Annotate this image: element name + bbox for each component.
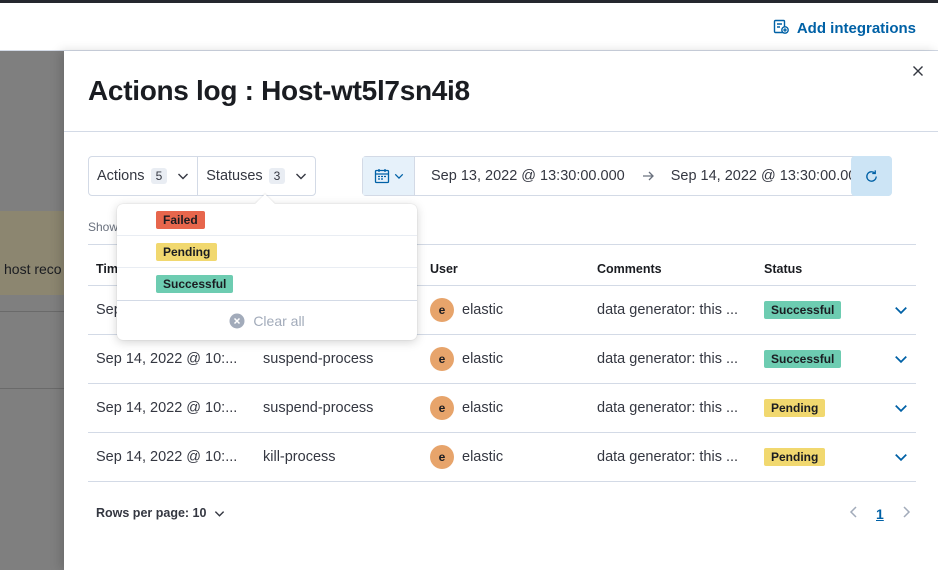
user-name: elastic (462, 449, 504, 465)
next-page-button[interactable] (900, 505, 912, 522)
status-option-pending[interactable]: Pending (117, 236, 417, 268)
cell-comment: data generator: this ... (597, 449, 739, 465)
actions-count-badge: 5 (150, 168, 168, 184)
cell-time: Sep 14, 2022 @ 10:... (96, 400, 238, 416)
quick-select-button[interactable] (363, 157, 415, 195)
status-badge: Failed (156, 210, 205, 229)
refresh-icon (866, 169, 877, 182)
flyout-header: Actions log : Host-wt5l7sn4i8 (64, 51, 938, 132)
background-host-row (0, 211, 64, 295)
statuses-popover: Failed Pending Successful Clear all (117, 204, 417, 340)
statuses-filter-label: Statuses (206, 168, 263, 184)
cell-comment: data generator: this ... (597, 351, 739, 367)
chevron-down-icon (895, 405, 907, 413)
rows-per-page-label: Rows per page: 10 (96, 506, 207, 520)
page-number-button[interactable]: 1 (876, 506, 884, 522)
add-integrations-label: Add integrations (796, 19, 916, 37)
chevron-down-icon (178, 173, 189, 180)
expand-row-button[interactable] (866, 401, 916, 415)
arrow-right-icon (641, 157, 655, 195)
end-date-button[interactable]: Sep 14, 2022 @ 13:30:00.000 (655, 157, 881, 195)
previous-page-button[interactable] (848, 505, 860, 522)
actions-filter-label: Actions (97, 168, 145, 184)
chevron-down-icon (895, 307, 907, 315)
status-badge: Pending (764, 399, 826, 417)
cell-command: kill-process (263, 449, 336, 465)
column-header-user[interactable]: User (422, 262, 589, 276)
chevron-down-icon (895, 454, 907, 462)
table-row: Sep 14, 2022 @ 10:... suspend-process ee… (88, 335, 916, 384)
statuses-filter-button[interactable]: Statuses 3 (197, 157, 315, 195)
actions-filter-button[interactable]: Actions 5 (89, 157, 197, 195)
clear-icon (229, 313, 245, 328)
cell-user: e elastic (422, 396, 589, 420)
date-range-picker: Sep 13, 2022 @ 13:30:00.000 Sep 14, 2022… (362, 156, 892, 196)
clear-all-button[interactable]: Clear all (117, 300, 417, 340)
close-icon[interactable] (910, 63, 926, 79)
page-title: Actions log : Host-wt5l7sn4i8 (88, 75, 470, 106)
add-integration-icon (773, 18, 789, 38)
chevron-right-icon (903, 506, 910, 518)
cell-user: e elastic (422, 347, 589, 371)
user-name: elastic (462, 400, 504, 416)
cell-time: Sep 14, 2022 @ 10:... (96, 351, 238, 367)
chevron-down-icon (895, 356, 907, 364)
refresh-button[interactable] (851, 156, 892, 196)
add-integrations-link[interactable]: Add integrations (773, 18, 916, 38)
filter-bar: Actions 5 Statuses 3 Sep 13, 2022 @ 13:3… (88, 156, 892, 196)
clear-all-label: Clear all (253, 312, 305, 329)
chevron-left-icon (849, 506, 857, 518)
cell-command: suspend-process (263, 351, 374, 367)
cell-user: e elastic (422, 298, 589, 322)
column-header-comments[interactable]: Comments (589, 262, 756, 276)
expand-row-button[interactable] (866, 450, 916, 464)
start-date-button[interactable]: Sep 13, 2022 @ 13:30:00.000 (415, 157, 641, 195)
cell-comment: data generator: this ... (597, 400, 739, 416)
filter-group: Actions 5 Statuses 3 (88, 156, 317, 196)
calendar-icon (374, 169, 389, 184)
chevron-down-icon (215, 510, 225, 517)
user-name: elastic (462, 302, 504, 318)
cell-comment: data generator: this ... (597, 302, 739, 318)
expand-row-button[interactable] (866, 352, 916, 366)
table-row: Sep 14, 2022 @ 10:... suspend-process ee… (88, 384, 916, 433)
cell-time: Sep 14, 2022 @ 10:... (96, 449, 238, 465)
cell-status: Pending (756, 399, 866, 417)
rows-per-page-button[interactable]: Rows per page: 10 (96, 506, 225, 520)
expand-row-button[interactable] (866, 303, 916, 317)
status-badge: Pending (156, 242, 218, 261)
avatar: e (430, 445, 454, 469)
user-name: elastic (462, 351, 504, 367)
pagination: 1 (848, 505, 912, 522)
background-host-text: host reco (4, 261, 62, 277)
background-divider (0, 388, 64, 389)
top-bar: Add integrations (0, 0, 938, 51)
chevron-down-icon (296, 173, 307, 180)
cell-status: Pending (756, 448, 866, 466)
column-header-status[interactable]: Status (756, 262, 866, 276)
statuses-count-badge: 3 (268, 168, 286, 184)
table-row: Sep 14, 2022 @ 10:... kill-process e elas… (88, 433, 916, 482)
status-badge: Successful (764, 350, 842, 368)
cell-command: suspend-process (263, 400, 374, 416)
cell-status: Successful (756, 301, 866, 319)
avatar: e (430, 396, 454, 420)
cell-status: Successful (756, 350, 866, 368)
status-option-failed[interactable]: Failed (117, 204, 417, 236)
background-divider (0, 311, 64, 312)
status-badge: Successful (764, 301, 842, 319)
cell-user: e elastic (422, 445, 589, 469)
avatar: e (430, 347, 454, 371)
status-badge: Successful (156, 275, 234, 293)
chevron-down-icon (394, 173, 403, 179)
status-option-successful[interactable]: Successful (117, 268, 417, 300)
status-badge: Pending (764, 448, 826, 466)
showing-label: Show (88, 220, 119, 234)
avatar: e (430, 298, 454, 322)
